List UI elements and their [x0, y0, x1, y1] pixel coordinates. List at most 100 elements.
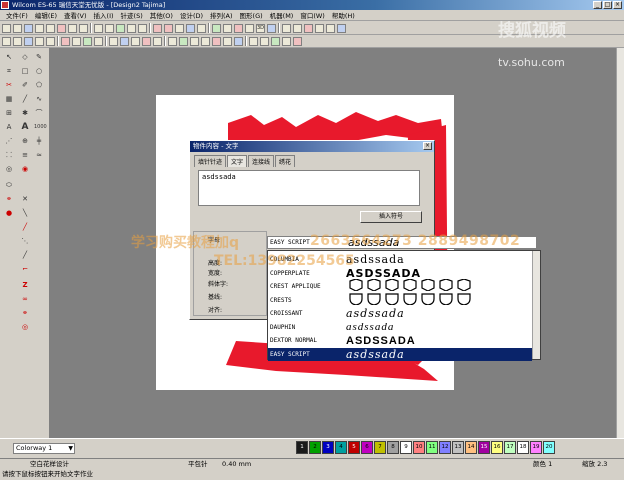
menu-help[interactable]: 帮助(H)	[332, 10, 355, 20]
ungroup-icon[interactable]	[46, 36, 55, 46]
oval-icon[interactable]: ⬭	[4, 180, 14, 190]
thread-swatch[interactable]: 7	[374, 441, 386, 454]
thread-swatch[interactable]: 9	[400, 441, 412, 454]
skew-icon[interactable]	[94, 36, 103, 46]
thread-swatch[interactable]: 2	[309, 441, 321, 454]
stop-icon[interactable]: ●	[4, 208, 14, 218]
paste-icon[interactable]	[79, 23, 88, 33]
thread-swatch[interactable]: 1	[296, 441, 308, 454]
tool-e-icon[interactable]	[326, 23, 335, 33]
travel-icon[interactable]	[245, 23, 254, 33]
thread-swatch[interactable]: 18	[517, 441, 529, 454]
counter-icon[interactable]: 1000	[34, 122, 47, 132]
ruler-icon[interactable]	[120, 36, 129, 46]
thread-swatch[interactable]: 14	[465, 441, 477, 454]
fill-tool-icon[interactable]: ▦	[4, 94, 14, 104]
node-icon[interactable]: ◇	[20, 52, 30, 62]
tool-c-icon[interactable]	[304, 23, 313, 33]
arrow-icon[interactable]: ↖	[4, 52, 14, 62]
mirror-icon[interactable]	[61, 36, 70, 46]
new-icon[interactable]	[2, 23, 11, 33]
font-list-item[interactable]: DEXTOR NORMAL ASDSSADA	[268, 334, 532, 348]
menu-window[interactable]: 窗口(W)	[300, 10, 325, 20]
cut-icon[interactable]	[57, 23, 66, 33]
arc-icon[interactable]: ⌒	[34, 108, 44, 118]
monogram-icon[interactable]: ⊕	[20, 136, 30, 146]
text-tool-icon[interactable]: A	[4, 122, 14, 132]
align-icon[interactable]	[24, 36, 33, 46]
tab-text[interactable]: 文字	[227, 155, 248, 167]
cross-icon[interactable]: ✕	[20, 194, 30, 204]
thread-swatch[interactable]: 16	[491, 441, 503, 454]
scissors-icon[interactable]: ✂	[4, 80, 14, 90]
tab-embroidery[interactable]: 绣花	[275, 155, 296, 167]
square-icon[interactable]: □	[20, 66, 30, 76]
lettering-tool-icon[interactable]: A	[20, 122, 30, 132]
rotate-icon[interactable]	[72, 36, 81, 46]
line-icon[interactable]: ╱	[20, 94, 30, 104]
triple-run-icon[interactable]	[201, 36, 210, 46]
trim-icon[interactable]	[142, 36, 151, 46]
opt-b-icon[interactable]	[260, 36, 269, 46]
menu-graphics[interactable]: 图形(G)	[240, 10, 263, 20]
vertical-scrollbar[interactable]	[616, 48, 624, 438]
zoom-out-icon[interactable]	[138, 23, 147, 33]
thread-swatch[interactable]: 11	[426, 441, 438, 454]
stitch-icon[interactable]	[186, 23, 195, 33]
menu-stitch[interactable]: 针迹(S)	[121, 10, 143, 20]
diagonal-b-icon[interactable]: ╱	[20, 250, 30, 260]
diagonal-dot-icon[interactable]: ⋱	[20, 236, 30, 246]
bracket-icon[interactable]: ⌐	[20, 264, 30, 274]
dialog-close-button[interactable]: ×	[423, 142, 432, 150]
text-input[interactable]: asdssada	[198, 170, 420, 206]
outline-icon[interactable]	[175, 23, 184, 33]
opt-d-icon[interactable]	[282, 36, 291, 46]
tool-d-icon[interactable]	[315, 23, 324, 33]
menu-file[interactable]: 文件(F)	[6, 10, 28, 20]
show-bitmap-icon[interactable]	[234, 23, 243, 33]
font-list-item[interactable]: CRESTS	[268, 293, 532, 308]
select-icon[interactable]	[2, 36, 11, 46]
applique-tool-icon[interactable]: ◉	[20, 164, 30, 174]
tool-f-icon[interactable]	[337, 23, 346, 33]
tab-fill-stitch[interactable]: 填针针迹	[194, 155, 227, 167]
reshape-icon[interactable]	[13, 36, 22, 46]
menu-design[interactable]: 设计(D)	[180, 10, 203, 20]
minimize-button[interactable]: _	[593, 1, 602, 9]
applique-icon[interactable]	[212, 36, 221, 46]
polygon-icon[interactable]: ⬠	[34, 80, 44, 90]
satin-icon[interactable]	[168, 36, 177, 46]
thread-swatch[interactable]: 3	[322, 441, 334, 454]
menu-view[interactable]: 查看(V)	[64, 10, 87, 20]
stitch-tool-icon[interactable]: ⋰	[4, 136, 14, 146]
target-icon[interactable]: ◎	[20, 322, 30, 332]
thread-swatch[interactable]: 8	[387, 441, 399, 454]
measure-icon[interactable]	[109, 36, 118, 46]
show-outlines-icon[interactable]	[223, 23, 232, 33]
grid-icon[interactable]	[116, 23, 125, 33]
spiral-icon[interactable]: ◎	[4, 164, 14, 174]
show-stitches-icon[interactable]	[212, 23, 221, 33]
redo-icon[interactable]	[105, 23, 114, 33]
needle-icon[interactable]: ╪	[34, 136, 44, 146]
star-icon[interactable]: ✱	[20, 108, 30, 118]
preview-icon[interactable]	[46, 23, 55, 33]
tatami-icon[interactable]	[179, 36, 188, 46]
thread-swatch[interactable]: 20	[543, 441, 555, 454]
column-icon[interactable]: ⊞	[4, 108, 14, 118]
hoop-icon[interactable]	[131, 36, 140, 46]
zoom-in-icon[interactable]	[127, 23, 136, 33]
font-list-item[interactable]: DAUPHIN asdssada	[268, 321, 532, 335]
diagonal-red-icon[interactable]: ╱	[20, 222, 30, 232]
circle-icon[interactable]: ○	[34, 66, 44, 76]
color-icon[interactable]	[153, 23, 162, 33]
colorway-select[interactable]: Colorway 1 ▼	[13, 443, 75, 454]
run-icon[interactable]	[190, 36, 199, 46]
pencil-icon[interactable]: ✎	[34, 52, 44, 62]
menu-edit[interactable]: 编辑(E)	[35, 10, 57, 20]
lettering-icon[interactable]	[197, 23, 206, 33]
print-icon[interactable]	[35, 23, 44, 33]
thread-swatch[interactable]: 5	[348, 441, 360, 454]
menu-arrange[interactable]: 排列(A)	[210, 10, 233, 20]
font-list-item[interactable]: CROISSANT asdssada	[268, 307, 532, 321]
